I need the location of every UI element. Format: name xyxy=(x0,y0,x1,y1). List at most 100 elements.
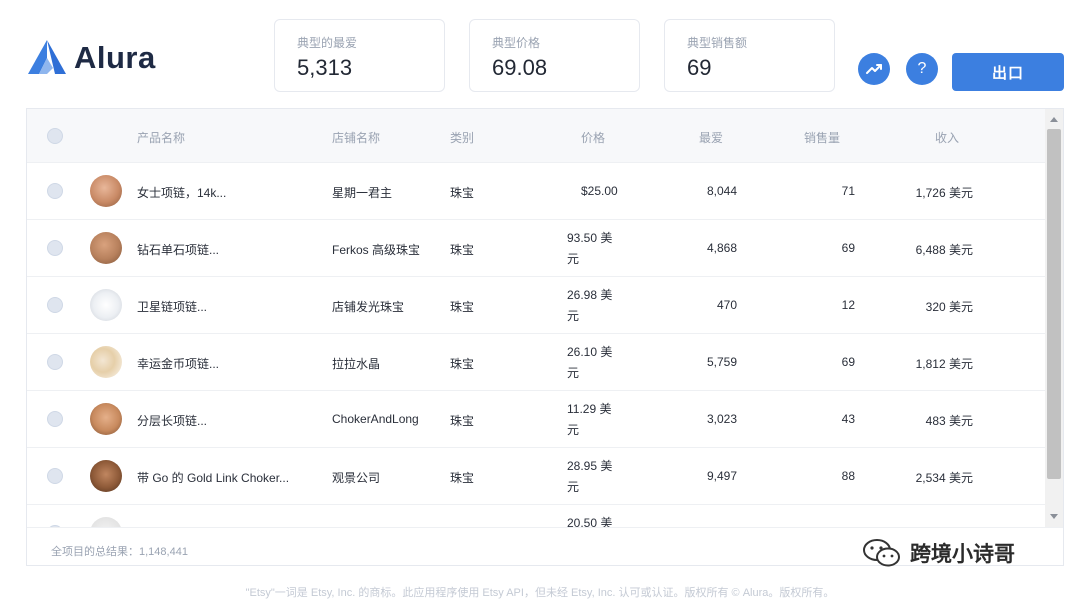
shop-name: 星期一君主 xyxy=(332,186,393,200)
favorites: 5,759 xyxy=(706,355,737,369)
column-header-product[interactable]: 产品名称 xyxy=(137,129,185,146)
trending-up-icon xyxy=(866,64,882,74)
price: 26.98 美元 xyxy=(567,288,613,323)
favorites: 8,044 xyxy=(706,184,737,198)
table-row[interactable]: 幸运金币项链... 拉拉水晶 珠宝 26.10 美元 5,759 69 1,81… xyxy=(27,334,1045,391)
table-row[interactable]: 卫星链项链... 店铺发光珠宝 珠宝 26.98 美元 470 12 320 美… xyxy=(27,277,1045,334)
total-results: 全项目的总结果：1,148,441 xyxy=(51,546,188,558)
sales: 69 xyxy=(841,355,855,369)
shop-name: 观景公司 xyxy=(332,471,381,485)
product-name[interactable]: 女士项链，14k... xyxy=(137,184,226,201)
revenue: 6,488 美元 xyxy=(915,243,973,257)
alura-logo-icon xyxy=(28,40,66,74)
watermark: 跨境小诗哥 xyxy=(862,538,1015,568)
product-thumbnail xyxy=(90,346,122,378)
select-all-checkbox[interactable] xyxy=(47,128,63,144)
scroll-thumb[interactable] xyxy=(1047,129,1061,479)
row-checkbox[interactable] xyxy=(47,354,63,370)
sales: 69 xyxy=(841,241,855,255)
price: 11.29 美元 xyxy=(567,402,612,437)
shop-name: ChokerAndLong xyxy=(332,412,419,426)
category: 珠宝 xyxy=(450,471,475,485)
column-header-category[interactable]: 类别 xyxy=(450,129,474,146)
watermark-text: 跨境小诗哥 xyxy=(910,543,1015,566)
sales: 88 xyxy=(841,469,855,483)
column-header-favorites[interactable]: 最爱 xyxy=(699,129,723,146)
product-thumbnail xyxy=(90,460,122,492)
category: 珠宝 xyxy=(450,300,475,314)
column-header-sales[interactable]: 销售量 xyxy=(804,129,840,146)
favorites: 470 xyxy=(716,298,737,312)
table-header: 产品名称 店铺名称 类别 价格 最爱 销售量 收入 xyxy=(27,109,1045,163)
table-row[interactable]: 带 Go 的 Gold Link Choker... 观景公司 珠宝 28.95… xyxy=(27,448,1045,505)
shop-name: Ferkos 高级珠宝 xyxy=(332,243,421,257)
scroll-down-arrow-icon[interactable] xyxy=(1050,514,1058,519)
product-name[interactable]: 卫星链项链... xyxy=(137,298,207,315)
product-thumbnail xyxy=(90,403,122,435)
stat-card-sales: 典型销售额 69 xyxy=(664,19,835,92)
shop-name: 拉拉水晶 xyxy=(332,357,381,371)
product-table: 产品名称 店铺名称 类别 价格 最爱 销售量 收入 女士项链，14k... 星期… xyxy=(26,108,1064,566)
sales: 71 xyxy=(841,184,855,198)
product-name[interactable]: 幸运金币项链... xyxy=(137,355,219,372)
stat-card-price: 典型价格 69.08 xyxy=(469,19,640,92)
trend-button[interactable] xyxy=(858,53,890,85)
stat-card-favorites: 典型的最爱 5,313 xyxy=(274,19,445,92)
product-thumbnail xyxy=(90,175,122,207)
help-icon: ? xyxy=(917,60,927,77)
price: 28.95 美元 xyxy=(567,459,613,494)
favorites: 9,497 xyxy=(706,469,737,483)
stat-label: 典型销售额 xyxy=(687,36,748,50)
stat-value: 69 xyxy=(687,55,712,80)
row-checkbox[interactable] xyxy=(47,183,63,199)
category: 珠宝 xyxy=(450,357,475,371)
column-header-shop[interactable]: 店铺名称 xyxy=(332,129,380,146)
table-body: 女士项链，14k... 星期一君主 珠宝 $25.00 8,044 71 1,7… xyxy=(27,163,1045,527)
revenue: 2,534 美元 xyxy=(915,471,973,485)
category: 珠宝 xyxy=(450,414,475,428)
revenue: 1,726 美元 xyxy=(915,186,973,200)
price: $25.00 xyxy=(581,184,618,198)
category: 珠宝 xyxy=(450,186,475,200)
table-row[interactable]: 分层长项链... ChokerAndLong 珠宝 11.29 美元 3,023… xyxy=(27,391,1045,448)
price: 20.50 美 xyxy=(567,516,613,527)
table-row[interactable]: 钻石单石项链... Ferkos 高级珠宝 珠宝 93.50 美元 4,868 … xyxy=(27,220,1045,277)
product-thumbnail xyxy=(90,517,122,527)
sales: 43 xyxy=(841,412,855,426)
table-scrollbar[interactable] xyxy=(1045,109,1063,527)
revenue: 483 美元 xyxy=(925,414,973,428)
row-checkbox[interactable] xyxy=(47,240,63,256)
brand-logo: Alura xyxy=(28,40,156,76)
table-row[interactable]: 20.50 美 xyxy=(27,505,1045,527)
revenue: 1,812 美元 xyxy=(915,357,973,371)
product-name[interactable]: 分层长项链... xyxy=(137,412,207,429)
price: 93.50 美元 xyxy=(567,231,613,266)
disclaimer: "Etsy"一词是 Etsy, Inc. 的商标。此应用程序使用 Etsy AP… xyxy=(245,587,835,599)
product-thumbnail xyxy=(90,289,122,321)
product-name[interactable]: 钻石单石项链... xyxy=(137,241,219,258)
stat-label: 典型的最爱 xyxy=(297,36,358,50)
stat-value: 5,313 xyxy=(297,55,353,80)
favorites: 3,023 xyxy=(706,412,737,426)
wechat-icon xyxy=(863,539,900,567)
price: 26.10 美元 xyxy=(567,345,613,380)
row-checkbox[interactable] xyxy=(47,297,63,313)
category: 珠宝 xyxy=(450,243,475,257)
row-checkbox[interactable] xyxy=(47,411,63,427)
sales: 12 xyxy=(841,298,855,312)
revenue: 320 美元 xyxy=(925,300,973,314)
stat-label: 典型价格 xyxy=(492,36,541,50)
help-button[interactable]: ? xyxy=(906,53,938,85)
table-row[interactable]: 女士项链，14k... 星期一君主 珠宝 $25.00 8,044 71 1,7… xyxy=(27,163,1045,220)
shop-name: 店铺发光珠宝 xyxy=(332,300,405,314)
scroll-up-arrow-icon[interactable] xyxy=(1050,117,1058,122)
brand-name: Alura xyxy=(74,40,156,75)
favorites: 4,868 xyxy=(706,241,737,255)
row-checkbox[interactable] xyxy=(47,468,63,484)
product-name[interactable]: 带 Go 的 Gold Link Choker... xyxy=(137,469,289,486)
export-button[interactable]: 出口 xyxy=(952,53,1064,91)
product-thumbnail xyxy=(90,232,122,264)
stat-value: 69.08 xyxy=(492,55,548,80)
column-header-revenue[interactable]: 收入 xyxy=(935,129,959,146)
column-header-price[interactable]: 价格 xyxy=(581,129,605,146)
